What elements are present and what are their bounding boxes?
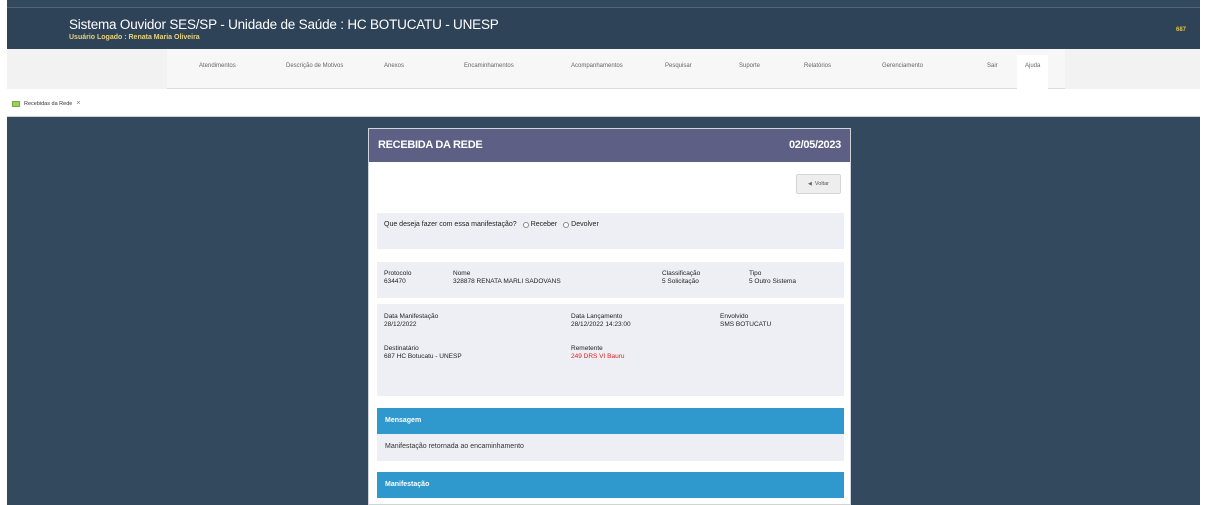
nav-anexos[interactable]: Anexos <box>384 63 404 69</box>
protocolo-value: 634470 <box>384 277 406 285</box>
destinatario-field: Destinatário 687 HC Botucatu - UNESP <box>384 345 462 360</box>
nav-suporte[interactable]: Suporte <box>739 63 760 69</box>
remetente-value: 249 DRS VI Bauru <box>571 352 625 360</box>
protocolo-field: Protocolo 634470 <box>384 270 411 285</box>
receber-label[interactable]: Receber <box>531 221 557 228</box>
envolvido-label: Envolvido <box>720 313 749 320</box>
nav-pesquisar[interactable]: Pesquisar <box>665 63 692 69</box>
tipo-field: Tipo 5 Outro Sistema <box>749 270 796 285</box>
devolver-radio[interactable] <box>563 221 570 228</box>
devolver-label[interactable]: Devolver <box>571 221 599 228</box>
nav-ajuda[interactable]: Ajuda <box>1017 55 1049 89</box>
destinatario-value: 687 HC Botucatu - UNESP <box>384 352 462 360</box>
recebida-card: RECEBIDA DA REDE 02/05/2023 ◀ Voltar Que… <box>368 128 851 505</box>
destinatario-label: Destinatário <box>384 345 419 352</box>
envolvido-value: SMS BOTUCATU <box>720 320 772 328</box>
close-icon[interactable]: × <box>76 100 80 107</box>
voltar-button[interactable]: ◀ Voltar <box>796 174 841 194</box>
app-title: Sistema Ouvidor SES/SP - Unidade de Saúd… <box>69 17 499 32</box>
data-lancamento-value: 28/12/2022 14:23:00 <box>571 320 631 328</box>
nav-sair[interactable]: Sair <box>987 63 998 69</box>
remetente-label: Remetente <box>571 345 603 352</box>
app-frame: Sistema Ouvidor SES/SP - Unidade de Saúd… <box>7 0 1200 505</box>
card-date: 02/05/2023 <box>788 139 841 151</box>
protocol-info-panel: Protocolo 634470 Nome 328878 RENATA MARL… <box>377 262 844 298</box>
data-lancamento-label: Data Lançamento <box>571 313 623 320</box>
action-question: Que deseja fazer com essa manifestação? … <box>384 221 599 228</box>
nome-value: 328878 RENATA MARLI SADOVANS <box>453 277 561 285</box>
protocolo-label: Protocolo <box>384 270 412 277</box>
nav-gerenciamento[interactable]: Gerenciamento <box>882 63 923 69</box>
tab-label: Recebidas da Rede <box>24 100 73 107</box>
tipo-label: Tipo <box>749 270 762 277</box>
receber-radio[interactable] <box>522 221 529 228</box>
tab-recebidas-da-rede[interactable]: Recebidas da Rede × <box>12 97 80 110</box>
nav-bar <box>167 49 1065 89</box>
nome-label: Nome <box>453 270 471 277</box>
nav-descricao-motivos[interactable]: Descrição de Motivos <box>286 63 343 69</box>
header-unit-code: 687 <box>1175 27 1186 33</box>
question-text: Que deseja fazer com essa manifestação? <box>384 221 517 228</box>
card-title: RECEBIDA DA REDE <box>378 139 483 151</box>
details-panel: Data Manifestação 28/12/2022 Data Lançam… <box>377 304 844 396</box>
data-manifestacao-field: Data Manifestação 28/12/2022 <box>384 313 438 328</box>
logged-user-label: Usuário Logado : <box>69 34 129 41</box>
app-header: Sistema Ouvidor SES/SP - Unidade de Saúd… <box>7 7 1200 49</box>
logged-user: Usuário Logado : Renata Maria Oliveira <box>69 34 200 41</box>
top-navigation: Atendimentos Descrição de Motivos Anexos… <box>7 49 1200 89</box>
mensagem-text: Manifestação retornada ao encaminhamento <box>385 443 524 450</box>
manifestacao-title: Manifestação <box>385 481 430 488</box>
nome-field: Nome 328878 RENATA MARLI SADOVANS <box>453 270 561 285</box>
mensagem-body: Manifestação retornada ao encaminhamento <box>377 434 844 461</box>
voltar-label: Voltar <box>814 181 829 187</box>
card-header: RECEBIDA DA REDE 02/05/2023 <box>369 129 850 162</box>
nav-relatorios[interactable]: Relatórios <box>804 63 831 69</box>
data-lancamento-field: Data Lançamento 28/12/2022 14:23:00 <box>571 313 631 328</box>
envolvido-field: Envolvido SMS BOTUCATU <box>720 313 771 328</box>
action-question-panel: Que deseja fazer com essa manifestação? … <box>377 213 844 249</box>
classificacao-label: Classificação <box>662 270 701 277</box>
logged-user-name: Renata Maria Oliveira <box>128 34 200 41</box>
classificacao-field: Classificação 5 Solicitação <box>662 270 700 285</box>
nav-encaminhamentos[interactable]: Encaminhamentos <box>464 63 514 69</box>
data-manifestacao-value: 28/12/2022 <box>384 320 417 328</box>
manifestacao-section-header: Manifestação <box>377 472 844 498</box>
remetente-field: Remetente 249 DRS VI Bauru <box>571 345 624 360</box>
spreadsheet-icon <box>12 100 20 107</box>
nav-atendimentos[interactable]: Atendimentos <box>199 63 236 69</box>
mensagem-section-header: Mensagem <box>377 408 844 434</box>
tab-bar: Recebidas da Rede × <box>7 89 1200 117</box>
tipo-value: 5 Outro Sistema <box>749 277 796 285</box>
nav-acompanhamentos[interactable]: Acompanhamentos <box>571 63 623 69</box>
data-manifestacao-label: Data Manifestação <box>384 313 439 320</box>
classificacao-value: 5 Solicitação <box>662 277 699 285</box>
arrow-left-icon: ◀ <box>808 181 812 187</box>
mensagem-title: Mensagem <box>385 417 422 424</box>
